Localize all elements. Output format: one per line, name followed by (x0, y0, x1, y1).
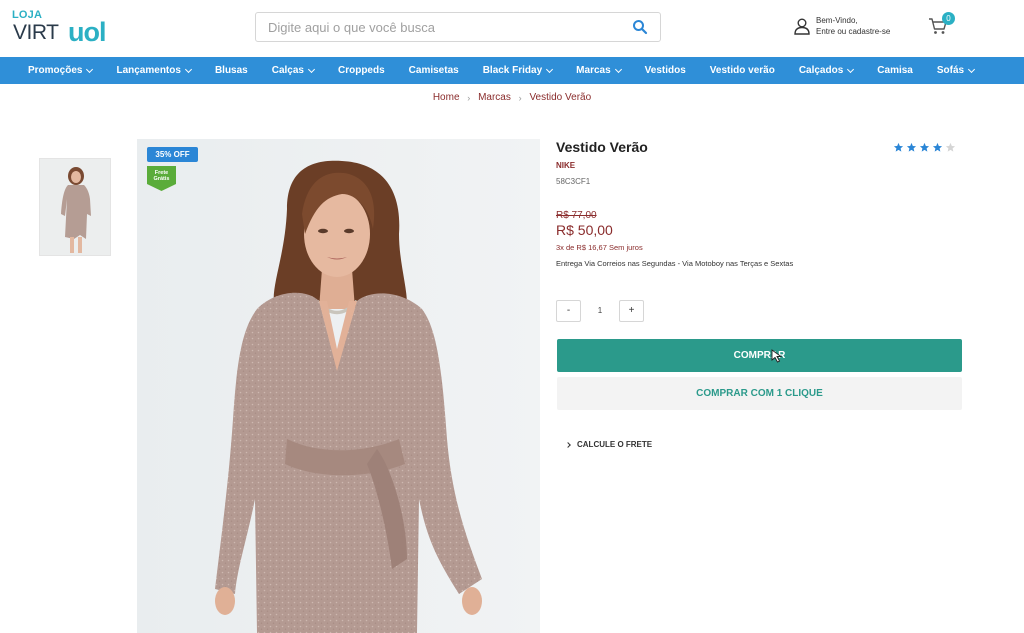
breadcrumb: Home › Marcas › Vestido Verão (0, 92, 1024, 103)
search-input[interactable] (256, 13, 626, 41)
account-link[interactable]: Bem-Vindo, Entre ou cadastre-se (793, 15, 903, 41)
welcome-text: Bem-Vindo, (816, 16, 858, 25)
main-nav: Promoções Lançamentos Blusas Calças Croppeds… (0, 57, 1024, 84)
free-shipping-line2: Grátis (153, 176, 170, 182)
search-icon[interactable] (632, 19, 648, 35)
installments-info: 3x de R$ 16,67 Sem juros (556, 243, 643, 252)
login-signup-link[interactable]: Entre ou cadastre-se (816, 27, 890, 36)
product-title: Vestido Verão (556, 139, 648, 155)
star-icon[interactable] (919, 142, 930, 153)
cart-button[interactable]: 0 (928, 12, 958, 40)
quantity-increase-button[interactable]: + (619, 300, 644, 322)
nav-item-promoções[interactable]: Promoções (28, 65, 94, 76)
chevron-down-icon (307, 65, 316, 73)
breadcrumb-separator: › (518, 92, 522, 103)
chevron-down-icon (184, 65, 192, 73)
nav-item-label: Promoções (28, 65, 83, 76)
chevron-down-icon (968, 65, 976, 73)
site-header: LOJA VIRT uol Bem-Vindo, Entre ou cadast… (0, 0, 1024, 56)
star-icon[interactable] (932, 142, 943, 153)
product-sku: 58C3CF1 (556, 177, 591, 186)
nav-item-label: Camisetas (408, 65, 459, 76)
calculate-freight-toggle[interactable]: CALCULE O FRETE (565, 440, 653, 449)
buy-button[interactable]: COMPRAR (557, 339, 962, 372)
store-logo[interactable]: LOJA VIRT uol (12, 8, 132, 47)
product-brand[interactable]: NIKE (556, 161, 575, 170)
search-box (255, 12, 661, 42)
nav-item-camisa[interactable]: Camisa (877, 65, 913, 76)
nav-item-label: Camisa (877, 65, 913, 76)
nav-item-label: Black Friday (482, 65, 543, 76)
chevron-down-icon (847, 65, 855, 73)
nav-item-label: Marcas (576, 65, 611, 76)
nav-item-vestido-verão[interactable]: Vestido verão (710, 65, 775, 76)
nav-item-label: Calças (271, 65, 304, 76)
chevron-down-icon (546, 65, 554, 73)
user-icon (794, 18, 810, 35)
cart-count-badge: 0 (942, 12, 955, 25)
quantity-decrease-button[interactable]: - (556, 300, 581, 322)
nav-item-croppeds[interactable]: Croppeds (338, 65, 385, 76)
breadcrumb-marcas[interactable]: Marcas (478, 92, 511, 103)
shipping-info: Entrega Via Correios nas Segundas - Via … (556, 259, 794, 268)
breadcrumb-separator: › (467, 92, 471, 103)
calculate-freight-label: CALCULE O FRETE (577, 440, 653, 449)
nav-item-label: Lançamentos (116, 65, 181, 76)
star-icon[interactable] (906, 142, 917, 153)
discount-badge: 35% OFF (147, 147, 198, 162)
chevron-right-icon (565, 441, 571, 448)
breadcrumb-current: Vestido Verão (529, 92, 592, 103)
nav-item-marcas[interactable]: Marcas (576, 65, 622, 76)
nav-item-label: Sofás (936, 65, 965, 76)
logo-uol-text: uol (68, 17, 106, 47)
nav-item-lançamentos[interactable]: Lançamentos (116, 65, 192, 76)
logo-virt-text: VIRT (13, 21, 59, 44)
rating-stars (893, 142, 958, 153)
quantity-stepper: - 1 + (556, 300, 646, 322)
free-shipping-badge: Frete Grátis (147, 166, 176, 191)
nav-item-black-friday[interactable]: Black Friday (482, 65, 554, 76)
nav-item-label: Blusas (214, 65, 248, 76)
old-price: R$ 77,00 (556, 210, 597, 221)
nav-item-label: Vestido verão (709, 65, 775, 76)
star-icon[interactable] (945, 142, 956, 153)
nav-item-label: Croppeds (337, 65, 385, 76)
nav-item-camisetas[interactable]: Camisetas (409, 65, 459, 76)
nav-item-calçados[interactable]: Calçados (798, 65, 855, 76)
product-thumbnail[interactable] (39, 158, 111, 256)
chevron-down-icon (86, 65, 94, 73)
star-icon[interactable] (893, 142, 904, 153)
nav-item-sofás[interactable]: Sofás (936, 65, 976, 76)
nav-item-label: Vestidos (644, 65, 686, 76)
breadcrumb-home[interactable]: Home (433, 92, 460, 103)
nav-item-blusas[interactable]: Blusas (215, 65, 248, 76)
mouse-cursor-icon (771, 349, 783, 363)
nav-item-calças[interactable]: Calças (271, 65, 316, 76)
quantity-value[interactable]: 1 (581, 300, 619, 322)
logo-loja-text: LOJA (12, 9, 43, 21)
nav-item-label: Calçados (798, 65, 844, 76)
current-price: R$ 50,00 (556, 222, 613, 238)
product-main-image[interactable] (137, 139, 540, 633)
chevron-down-icon (614, 65, 622, 73)
one-click-buy-button[interactable]: COMPRAR COM 1 CLIQUE (557, 377, 962, 410)
nav-item-vestidos[interactable]: Vestidos (645, 65, 686, 76)
